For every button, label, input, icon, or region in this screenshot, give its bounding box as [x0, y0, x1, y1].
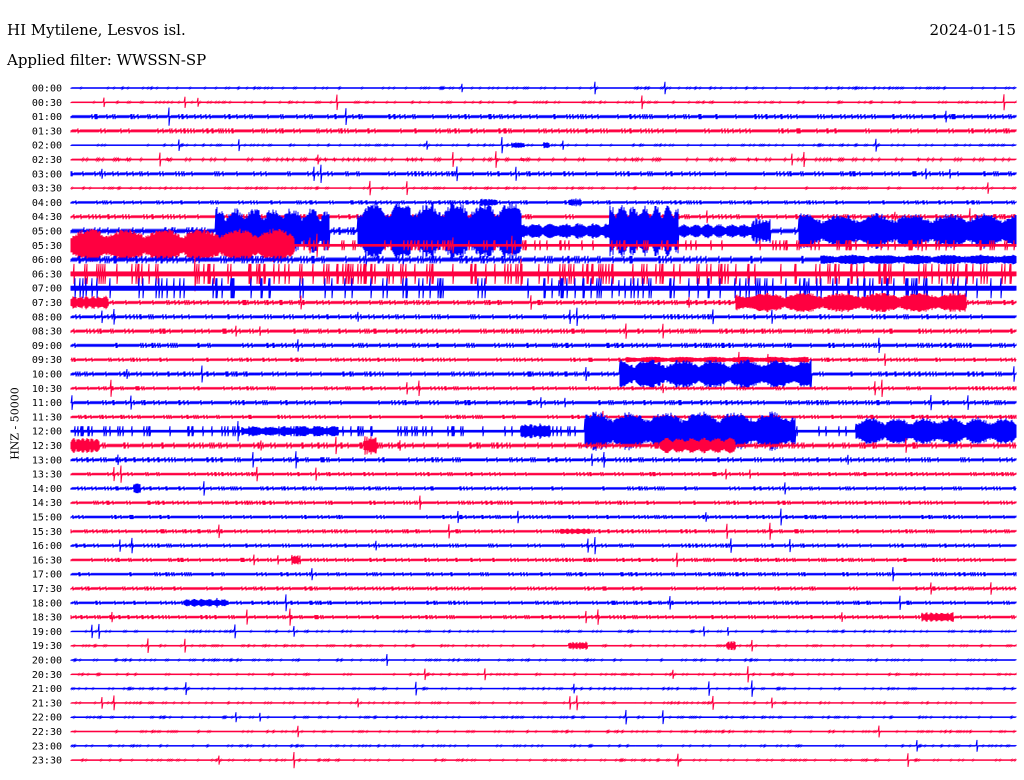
trace-row-1930 [70, 638, 1017, 653]
helicorder-page: HI Mytilene, Lesvos isl. Applied filter:… [0, 0, 1024, 780]
trace-row-1530 [70, 522, 1017, 540]
row-time-label: 13:00 [32, 455, 62, 466]
row-time-label: 19:00 [32, 627, 62, 638]
trace-row-0200 [70, 137, 1017, 154]
row-time-label: 02:30 [32, 155, 62, 166]
row-time-label: 02:00 [32, 141, 62, 152]
row-time-label: 04:00 [32, 198, 62, 209]
trace-row-0400 [70, 198, 1017, 207]
trace-row-2300 [70, 739, 1017, 752]
trace-row-0800 [70, 307, 1017, 326]
row-time-label: 01:30 [32, 126, 62, 137]
trace-row-1700 [70, 567, 1017, 582]
row-time-label: 00:00 [32, 84, 62, 95]
row-time-label: 20:00 [32, 656, 62, 667]
trace-row-1100 [70, 394, 1017, 411]
row-time-label: 23:00 [32, 741, 62, 752]
trace-row-1330 [70, 465, 1017, 483]
row-time-label: 08:00 [32, 312, 62, 323]
row-time-label: 03:00 [32, 169, 62, 180]
row-time-label: 05:00 [32, 227, 62, 238]
trace-row-0000 [70, 81, 1017, 95]
row-time-label: 01:00 [32, 112, 62, 123]
row-time-label: 10:00 [32, 370, 62, 381]
row-time-label: 10:30 [32, 384, 62, 395]
row-time-label: 22:00 [32, 713, 62, 724]
trace-row-1430 [70, 495, 1017, 510]
row-time-label: 06:00 [32, 255, 62, 266]
row-time-label: 03:30 [32, 184, 62, 195]
trace-row-0330 [70, 180, 1017, 196]
trace-row-1900 [70, 623, 1017, 639]
row-time-label: 12:00 [32, 427, 62, 438]
trace-row-2130 [70, 695, 1017, 711]
row-time-label: 09:00 [32, 341, 62, 352]
trace-row-0030 [70, 94, 1017, 111]
row-time-label: 16:30 [32, 555, 62, 566]
trace-row-0230 [70, 151, 1017, 168]
row-time-label: 11:30 [32, 412, 62, 423]
trace-row-0830 [70, 323, 1017, 339]
row-time-label: 20:30 [32, 670, 62, 681]
row-time-label: 15:00 [32, 513, 62, 524]
row-time-label: 21:30 [32, 698, 62, 709]
trace-row-1030 [70, 379, 1017, 397]
row-time-label: 12:30 [32, 441, 62, 452]
row-time-label: 04:30 [32, 212, 62, 223]
row-time-label: 17:00 [32, 570, 62, 581]
trace-row-0900 [70, 337, 1017, 354]
trace-row-2230 [70, 725, 1017, 738]
row-time-label: 14:30 [32, 498, 62, 509]
trace-row-2030 [70, 666, 1017, 683]
row-time-label: 11:00 [32, 398, 62, 409]
row-time-label: 09:30 [32, 355, 62, 366]
row-time-label: 06:30 [32, 269, 62, 280]
row-time-label: 23:30 [32, 756, 62, 767]
trace-row-0100 [70, 107, 1017, 126]
trace-row-1830 [70, 608, 1017, 626]
trace-row-1800 [70, 594, 1017, 612]
trace-row-2100 [70, 680, 1017, 697]
row-time-label: 19:30 [32, 641, 62, 652]
trace-row-2200 [70, 709, 1017, 725]
trace-row-0130 [70, 128, 1017, 134]
trace-row-0300 [70, 164, 1017, 183]
seismogram-plot: 00:00 00:30 01:00 01:30 02:00 02:30 03:00 03:30… [32, 81, 1017, 769]
trace-row-2330 [70, 751, 1017, 769]
row-time-label: 22:30 [32, 727, 62, 738]
row-time-label: 18:00 [32, 598, 62, 609]
row-time-label: 14:00 [32, 484, 62, 495]
trace-row-1400 [70, 481, 1017, 496]
trace-row-1600 [70, 536, 1017, 555]
trace-row-1730 [70, 582, 1017, 595]
trace-row-1630 [70, 552, 1017, 568]
row-time-label: 05:30 [32, 241, 62, 252]
trace-row-1300 [70, 451, 1017, 469]
row-time-label: 21:00 [32, 684, 62, 695]
row-time-label: 18:30 [32, 613, 62, 624]
row-time-label: 00:30 [32, 98, 62, 109]
row-time-label: 16:00 [32, 541, 62, 552]
trace-row-0930 [70, 351, 1017, 368]
row-time-label: 07:00 [32, 284, 62, 295]
row-time-label: 08:30 [32, 327, 62, 338]
row-time-label: 17:30 [32, 584, 62, 595]
trace-row-2000 [70, 654, 1017, 666]
row-time-label: 13:30 [32, 470, 62, 481]
trace-row-1500 [70, 508, 1017, 526]
row-time-label: 07:30 [32, 298, 62, 309]
row-time-label: 15:30 [32, 527, 62, 538]
